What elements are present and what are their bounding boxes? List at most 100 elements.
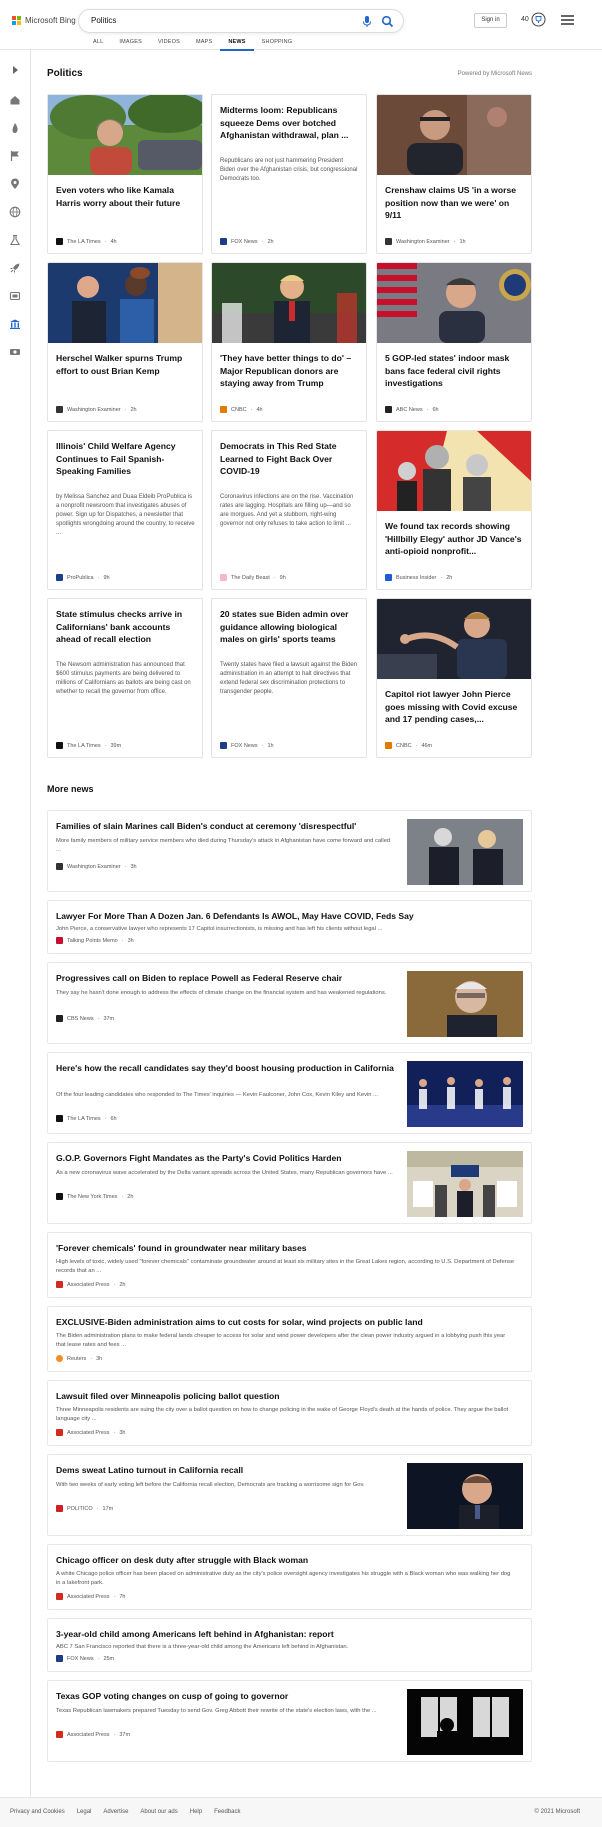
- politics-icon[interactable]: [9, 318, 21, 330]
- time-ago: 3h: [127, 937, 134, 944]
- microphone-icon[interactable]: [361, 15, 373, 28]
- card-source: The LA Times · 39m: [56, 742, 121, 749]
- news-card[interactable]: We found tax records showing 'Hillbilly …: [376, 430, 532, 590]
- news-card[interactable]: 'They have better things to do' – Major …: [211, 262, 367, 422]
- source-logo-icon: [220, 406, 227, 413]
- search-query-text[interactable]: Politics: [91, 16, 116, 25]
- card-title[interactable]: 'They have better things to do' – Major …: [220, 352, 360, 390]
- time-ago: 2h: [130, 406, 137, 413]
- card-title[interactable]: Democrats in This Red State Learned to F…: [220, 440, 360, 478]
- home-icon[interactable]: [9, 94, 21, 106]
- item-title[interactable]: G.O.P. Governors Fight Mandates as the P…: [56, 1152, 396, 1165]
- fire-icon[interactable]: [9, 122, 21, 134]
- card-title[interactable]: We found tax records showing 'Hillbilly …: [385, 520, 525, 558]
- card-title[interactable]: Illinois' Child Welfare Agency Continues…: [56, 440, 196, 478]
- card-source: The Daily Beast · 9h: [220, 574, 286, 581]
- item-title[interactable]: 'Forever chemicals' found in groundwater…: [56, 1242, 516, 1255]
- news-card[interactable]: 20 states sue Biden admin over guidance …: [211, 598, 367, 758]
- card-source: ProPublica · 9h: [56, 574, 110, 581]
- flag-icon[interactable]: [9, 150, 21, 162]
- card-title[interactable]: Midterms loom: Republicans squeeze Dems …: [220, 104, 360, 142]
- card-title[interactable]: 20 states sue Biden admin over guidance …: [220, 608, 360, 646]
- money-icon[interactable]: [9, 346, 21, 358]
- card-snippet: by Melissa Sanchez and Duaa Eldeib ProPu…: [56, 494, 195, 536]
- tab-shopping[interactable]: SHOPPING: [254, 39, 301, 51]
- item-source: FOX News · 25m: [56, 1655, 114, 1662]
- item-title[interactable]: Dems sweat Latino turnout in California …: [56, 1464, 396, 1477]
- footer-link-help[interactable]: Help: [190, 1809, 202, 1815]
- news-image: [48, 263, 202, 343]
- menu-icon[interactable]: [561, 15, 574, 25]
- bing-logo[interactable]: Microsoft Bing: [12, 16, 76, 25]
- card-title[interactable]: State stimulus checks arrive in Californ…: [56, 608, 196, 646]
- news-list-item[interactable]: Lawsuit filed over Minneapolis policing …: [47, 1380, 532, 1446]
- item-title[interactable]: Chicago officer on desk duty after strug…: [56, 1554, 516, 1567]
- card-title[interactable]: Even voters who like Kamala Harris worry…: [56, 184, 196, 209]
- footer-link-privacy[interactable]: Privacy and Cookies: [10, 1809, 65, 1815]
- footer-link-legal[interactable]: Legal: [77, 1809, 92, 1815]
- rocket-icon[interactable]: [9, 262, 21, 274]
- news-card[interactable]: Even voters who like Kamala Harris worry…: [47, 94, 203, 254]
- search-icon[interactable]: [381, 15, 394, 28]
- search-input[interactable]: Politics: [78, 9, 404, 33]
- news-card[interactable]: Midterms loom: Republicans squeeze Dems …: [211, 94, 367, 254]
- tab-maps[interactable]: MAPS: [188, 39, 220, 51]
- time-ago: 2h: [446, 574, 453, 581]
- news-list-item[interactable]: Chicago officer on desk duty after strug…: [47, 1544, 532, 1610]
- expand-icon[interactable]: [9, 64, 21, 76]
- news-list-item[interactable]: EXCLUSIVE-Biden administration aims to c…: [47, 1306, 532, 1372]
- item-title[interactable]: Here's how the recall candidates say the…: [56, 1062, 396, 1075]
- item-title[interactable]: 3-year-old child among Americans left be…: [56, 1628, 516, 1641]
- item-title[interactable]: Progressives call on Biden to replace Po…: [56, 972, 396, 985]
- item-title[interactable]: Lawyer For More Than A Dozen Jan. 6 Defe…: [56, 910, 516, 923]
- footer-link-about-ads[interactable]: About our ads: [140, 1809, 177, 1815]
- item-source: Talking Points Memo · 3h: [56, 937, 134, 944]
- card-title[interactable]: 5 GOP-led states' indoor mask bans face …: [385, 352, 525, 390]
- news-list-item[interactable]: 3-year-old child among Americans left be…: [47, 1618, 532, 1672]
- news-list-item[interactable]: Here's how the recall candidates say the…: [47, 1052, 532, 1134]
- news-card[interactable]: Herschel Walker spurns Trump effort to o…: [47, 262, 203, 422]
- item-title[interactable]: Lawsuit filed over Minneapolis policing …: [56, 1390, 516, 1403]
- tab-news[interactable]: NEWS: [220, 39, 254, 51]
- source-logo-icon: [385, 574, 392, 581]
- news-card[interactable]: Crenshaw claims US 'in a worse position …: [376, 94, 532, 254]
- item-title[interactable]: Families of slain Marines call Biden's c…: [56, 820, 396, 833]
- item-title[interactable]: Texas GOP voting changes on cusp of goin…: [56, 1690, 396, 1703]
- news-list-item[interactable]: Families of slain Marines call Biden's c…: [47, 810, 532, 892]
- news-list-item[interactable]: Lawyer For More Than A Dozen Jan. 6 Defe…: [47, 900, 532, 954]
- source-name: FOX News: [67, 1655, 94, 1662]
- time-ago: 9h: [103, 574, 110, 581]
- news-list-item[interactable]: Dems sweat Latino turnout in California …: [47, 1454, 532, 1536]
- news-list-item[interactable]: 'Forever chemicals' found in groundwater…: [47, 1232, 532, 1298]
- rewards-points[interactable]: 40: [521, 16, 529, 23]
- news-card[interactable]: Capitol riot lawyer John Pierce goes mis…: [376, 598, 532, 758]
- news-card[interactable]: Illinois' Child Welfare Agency Continues…: [47, 430, 203, 590]
- time-ago: 3h: [96, 1355, 103, 1362]
- footer-link-advertise[interactable]: Advertise: [103, 1809, 128, 1815]
- card-title[interactable]: Herschel Walker spurns Trump effort to o…: [56, 352, 196, 377]
- news-card[interactable]: State stimulus checks arrive in Californ…: [47, 598, 203, 758]
- signin-button[interactable]: Sign in: [474, 13, 507, 28]
- tab-all[interactable]: ALL: [85, 39, 111, 51]
- location-icon[interactable]: [9, 178, 21, 190]
- tab-videos[interactable]: VIDEOS: [150, 39, 188, 51]
- footer-links: Privacy and Cookies Legal Advertise Abou…: [10, 1809, 240, 1815]
- card-title[interactable]: Crenshaw claims US 'in a worse position …: [385, 184, 525, 222]
- tab-images[interactable]: IMAGES: [111, 39, 150, 51]
- news-card[interactable]: Democrats in This Red State Learned to F…: [211, 430, 367, 590]
- source-name: Associated Press: [67, 1731, 110, 1738]
- footer-link-feedback[interactable]: Feedback: [214, 1809, 240, 1815]
- source-name: The New York Times: [67, 1193, 118, 1200]
- card-title[interactable]: Capitol riot lawyer John Pierce goes mis…: [385, 688, 525, 726]
- logo-text: Microsoft Bing: [25, 16, 76, 25]
- card-source: ABC News · 6h: [385, 406, 439, 413]
- news-list-item[interactable]: Progressives call on Biden to replace Po…: [47, 962, 532, 1044]
- entertainment-icon[interactable]: [9, 290, 21, 302]
- science-icon[interactable]: [9, 234, 21, 246]
- news-card[interactable]: 5 GOP-led states' indoor mask bans face …: [376, 262, 532, 422]
- rewards-trophy-icon[interactable]: [531, 12, 546, 27]
- news-list-item[interactable]: G.O.P. Governors Fight Mandates as the P…: [47, 1142, 532, 1224]
- globe-icon[interactable]: [9, 206, 21, 218]
- news-list-item[interactable]: Texas GOP voting changes on cusp of goin…: [47, 1680, 532, 1762]
- item-title[interactable]: EXCLUSIVE-Biden administration aims to c…: [56, 1316, 516, 1329]
